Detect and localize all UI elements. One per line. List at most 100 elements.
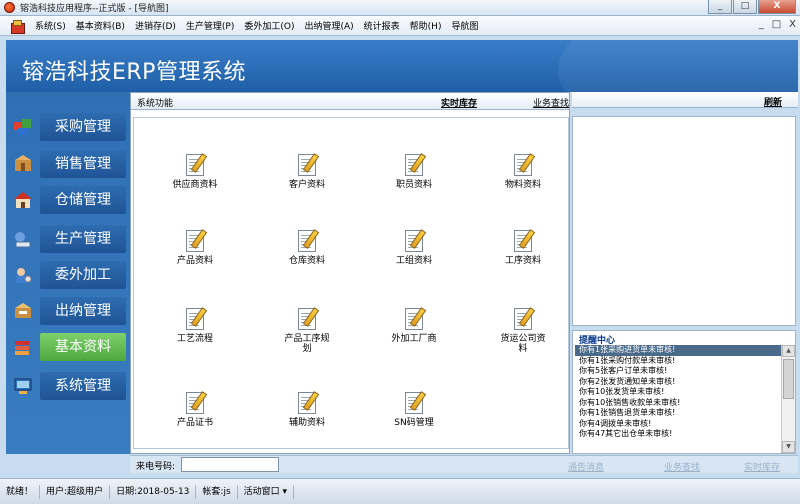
mdi-restore-button[interactable]: □ (772, 19, 781, 30)
document-icon (186, 230, 204, 252)
func-supplier[interactable]: 供应商资料 (150, 154, 240, 204)
realtime-inventory-link[interactable]: 实时库存 (441, 96, 477, 109)
status-ready: 就绪！ (0, 484, 41, 499)
basic-data-icon (15, 341, 29, 355)
active-window-dropdown[interactable]: 活动窗口 ▾ (238, 484, 295, 499)
func-craft-flow[interactable]: 工艺流程 (150, 308, 240, 358)
list-item[interactable]: 你有1张销售退货单未审核! (575, 408, 781, 419)
bottom-bar: 来电号码: 通告消息 业务查找 实时库存 (130, 455, 798, 473)
list-item[interactable]: 你有2张发货通知单未审核! (575, 377, 781, 388)
minimize-button[interactable]: _ (708, 0, 732, 14)
sidebar-item-label: 采购管理 (40, 113, 126, 141)
cashier-icon (15, 303, 31, 318)
func-product[interactable]: 产品资料 (150, 230, 240, 280)
system-functions-panel: 系统功能 实时库存 业务查找 供应商资料 客户资料 职员资料 物料资料 产品资料… (130, 92, 570, 454)
func-label: 产品工序规划 (284, 334, 330, 354)
menu-basic-data[interactable]: 基本资料(B) (71, 19, 130, 32)
func-label: SN码管理 (394, 418, 434, 428)
menu-outsource[interactable]: 委外加工(O) (239, 19, 299, 32)
list-item[interactable]: 你有47其它出仓单未审核! (575, 429, 781, 440)
func-label: 产品证书 (176, 418, 213, 428)
reminder-scrollbar[interactable]: ▲ ▼ (781, 345, 795, 453)
maximize-button[interactable]: □ (733, 0, 757, 14)
scroll-down-icon[interactable]: ▼ (782, 441, 795, 453)
func-sn-code[interactable]: SN码管理 (369, 392, 459, 442)
sidebar-item-label: 仓储管理 (40, 186, 126, 214)
document-icon (514, 154, 532, 176)
refresh-link[interactable]: 刷新 (764, 95, 782, 108)
sidebar-item-label: 系统管理 (40, 372, 126, 400)
close-button[interactable]: X (758, 0, 796, 14)
func-label: 货运公司资料 (500, 334, 546, 354)
sidebar-item-label: 出纳管理 (40, 297, 126, 325)
func-process[interactable]: 工序资料 (478, 230, 568, 280)
list-item[interactable]: 你有4调拨单未审核! (575, 419, 781, 430)
production-icon (15, 232, 31, 248)
purchase-icon (14, 119, 31, 135)
right-header: 刷新 (572, 92, 798, 108)
title-bar: 镕浩科技应用程序--正式版 - [导航图] _ □ X (0, 0, 800, 16)
menu-production[interactable]: 生产管理(P) (181, 19, 239, 32)
business-search-bottom-link[interactable]: 业务查找 (664, 460, 700, 473)
sidebar-item-purchase[interactable]: 采购管理 (6, 110, 130, 144)
document-icon (186, 308, 204, 330)
list-item[interactable]: 你有1张采购进货单未审核! (575, 345, 781, 356)
func-external-factory[interactable]: 外加工厂商 (369, 308, 459, 358)
menu-reports[interactable]: 统计报表 (359, 19, 405, 32)
outsource-icon (16, 268, 32, 283)
mdi-close-button[interactable]: X (789, 19, 796, 30)
business-search-link[interactable]: 业务查找 (533, 96, 569, 109)
realtime-inventory-bottom-link[interactable]: 实时库存 (744, 460, 780, 473)
reminder-center: 提醒中心 你有1张采购进货单未审核! 你有1张采购付款单未审核! 你有5张客户订… (572, 330, 796, 454)
sidebar-item-sales[interactable]: 销售管理 (6, 147, 130, 181)
func-warehouse[interactable]: 仓库资料 (262, 230, 352, 280)
sidebar-item-system[interactable]: 系统管理 (6, 369, 130, 403)
document-icon (514, 230, 532, 252)
func-freight-company[interactable]: 货运公司资料 (478, 308, 568, 358)
list-item[interactable]: 你有10张销售收款单未审核! (575, 398, 781, 409)
scroll-thumb[interactable] (783, 359, 794, 399)
sidebar-item-cashier[interactable]: 出纳管理 (6, 294, 130, 328)
caller-number-label: 来电号码: (136, 462, 176, 472)
list-item[interactable]: 你有1张采购付款单未审核! (575, 356, 781, 367)
sidebar-item-label: 委外加工 (40, 261, 126, 289)
func-product-cert[interactable]: 产品证书 (150, 392, 240, 442)
menu-system[interactable]: 系统(S) (30, 19, 71, 32)
app-menu-icon[interactable] (10, 19, 25, 34)
scroll-up-icon[interactable]: ▲ (782, 345, 795, 357)
window-controls: _ □ X (708, 0, 796, 16)
panel-title: 系统功能 (137, 99, 174, 109)
document-icon (405, 392, 423, 414)
notice-message-link[interactable]: 通告消息 (568, 460, 604, 473)
document-icon (405, 154, 423, 176)
status-date: 日期:2018-05-13 (110, 484, 197, 499)
document-icon (405, 230, 423, 252)
menu-navigation[interactable]: 导航图 (446, 19, 483, 32)
mdi-controls: _ □ X (759, 19, 796, 30)
sidebar-item-warehouse[interactable]: 仓储管理 (6, 183, 130, 217)
list-item[interactable]: 你有10张发货单未审核! (575, 387, 781, 398)
sidebar-item-outsource[interactable]: 委外加工 (6, 258, 130, 292)
mdi-minimize-button[interactable]: _ (759, 19, 764, 30)
menu-bar: 系统(S) 基本资料(B) 进销存(D) 生产管理(P) 委外加工(O) 出纳管… (0, 16, 800, 36)
menu-help[interactable]: 帮助(H) (405, 19, 447, 32)
caller-number-input[interactable] (181, 457, 279, 472)
menu-cashier[interactable]: 出纳管理(A) (299, 19, 358, 32)
sidebar-item-production[interactable]: 生产管理 (6, 222, 130, 256)
func-staff[interactable]: 职员资料 (369, 154, 459, 204)
menu-inventory[interactable]: 进销存(D) (130, 19, 181, 32)
document-icon (514, 308, 532, 330)
info-panel (572, 116, 796, 326)
status-bar: 就绪！ 用户:超级用户 日期:2018-05-13 帐套:js 活动窗口 ▾ (0, 478, 800, 504)
document-icon (405, 308, 423, 330)
func-customer[interactable]: 客户资料 (262, 154, 352, 204)
sidebar: 采购管理 销售管理 仓储管理 生产管理 委外加工 出纳管理 基本资料 系统管理 (6, 92, 130, 454)
func-label: 工艺流程 (176, 334, 213, 344)
window-title: 镕浩科技应用程序--正式版 - [导航图] (20, 4, 169, 14)
func-auxiliary[interactable]: 辅助资料 (262, 392, 352, 442)
func-work-group[interactable]: 工组资料 (369, 230, 459, 280)
func-process-planning[interactable]: 产品工序规划 (262, 308, 352, 358)
list-item[interactable]: 你有5张客户订单未审核! (575, 366, 781, 377)
sidebar-item-basic-data[interactable]: 基本资料 (6, 330, 130, 364)
func-material[interactable]: 物料资料 (478, 154, 568, 204)
